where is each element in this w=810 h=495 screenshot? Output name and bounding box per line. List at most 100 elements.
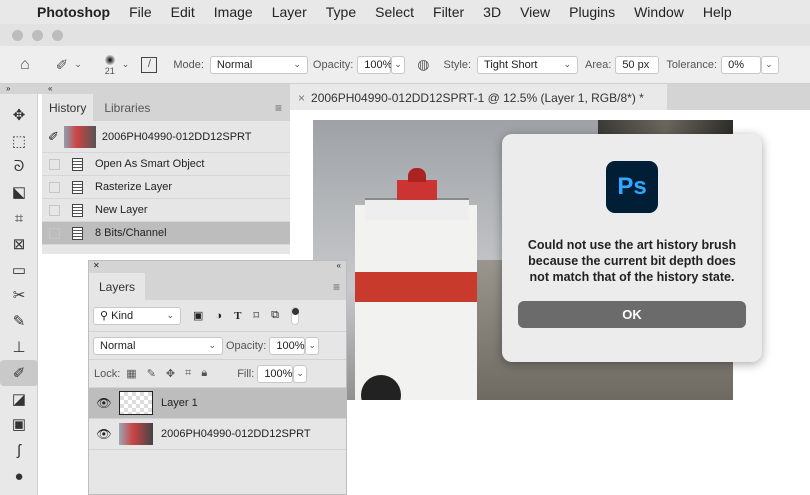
- layer-name[interactable]: 2006PH04990-012DD12SPRT: [161, 428, 311, 440]
- panel-menu-icon[interactable]: ≡: [327, 273, 346, 300]
- menu-3d[interactable]: 3D: [483, 4, 501, 20]
- history-brush-source-checkbox[interactable]: [49, 227, 60, 239]
- mode-select[interactable]: Normal ⌄: [209, 55, 308, 74]
- blend-mode-select[interactable]: Normal ⌄: [93, 336, 223, 355]
- history-brush-source-icon[interactable]: ✐: [48, 129, 59, 145]
- tab-layers[interactable]: Layers: [89, 273, 146, 300]
- filter-adjustment-icon[interactable]: ◑: [215, 310, 222, 322]
- tab-history[interactable]: History: [42, 94, 94, 121]
- document-tab[interactable]: × 2006PH04990-012DD12SPRT-1 @ 12.5% (Laye…: [290, 84, 667, 110]
- gradient-tool-icon[interactable]: ▣: [0, 412, 38, 438]
- layer-opacity-input[interactable]: 100%: [269, 336, 306, 355]
- opacity-label: Opacity:: [312, 58, 354, 71]
- panel-menu-icon[interactable]: ≡: [267, 94, 290, 121]
- lock-transparent-icon[interactable]: ▦: [126, 367, 136, 380]
- document-tabs: × 2006PH04990-012DD12SPRT-1 @ 12.5% (Laye…: [290, 84, 810, 110]
- close-window-button[interactable]: [12, 30, 23, 41]
- chevron-down-icon: ⌄: [394, 59, 402, 69]
- chevron-down-icon: ⌄: [308, 340, 316, 350]
- history-brush-source-checkbox[interactable]: [49, 181, 60, 193]
- zoom-window-button[interactable]: [52, 30, 63, 41]
- visibility-eye-icon[interactable]: 👁︎: [89, 396, 119, 410]
- menu-view[interactable]: View: [520, 4, 550, 20]
- tolerance-input[interactable]: 0%: [721, 55, 762, 74]
- layer-opacity-dropdown[interactable]: ⌄: [305, 336, 320, 355]
- history-state[interactable]: New Layer: [42, 199, 290, 222]
- layer-name[interactable]: Layer 1: [161, 397, 198, 409]
- lock-image-icon[interactable]: ✎: [147, 367, 156, 380]
- style-select[interactable]: Tight Short ⌄: [477, 55, 579, 74]
- fill-input[interactable]: 100%: [257, 364, 294, 383]
- menu-layer[interactable]: Layer: [272, 4, 307, 20]
- stamp-tool-icon[interactable]: ⊥: [0, 334, 38, 360]
- menu-select[interactable]: Select: [375, 4, 414, 20]
- fill-dropdown[interactable]: ⌄: [293, 364, 308, 383]
- layer-row[interactable]: 👁︎ 2006PH04990-012DD12SPRT: [89, 419, 346, 450]
- tools-panel: ✥ ⬚ ᘐ ⬕ ⌗ ⊠ ▭ ✂ ✎ ⊥ ✐ ◪ ▣ ʃ ●: [0, 94, 38, 495]
- ok-button[interactable]: OK: [518, 301, 746, 328]
- move-tool-icon[interactable]: ✥: [0, 102, 38, 128]
- filter-kind-select[interactable]: ⚲ Kind ⌄: [93, 306, 181, 325]
- brush-tool-icon[interactable]: ✎: [0, 308, 38, 334]
- history-snapshot[interactable]: ✐ 2006PH04990-012DD12SPRT: [42, 121, 290, 153]
- object-selection-tool-icon[interactable]: ⬕: [0, 179, 38, 205]
- menu-help[interactable]: Help: [703, 4, 732, 20]
- filter-shape-icon[interactable]: ⌑: [253, 309, 259, 322]
- healing-tool-icon[interactable]: ✂: [0, 283, 38, 309]
- visibility-eye-icon[interactable]: 👁︎: [89, 427, 119, 441]
- filter-pixel-icon[interactable]: ▣: [193, 309, 203, 322]
- menu-app[interactable]: Photoshop: [37, 4, 110, 20]
- history-brush-source-checkbox[interactable]: [49, 204, 60, 216]
- filter-toggle[interactable]: [290, 306, 299, 325]
- brush-preset-picker[interactable]: 21: [103, 53, 116, 76]
- history-state[interactable]: Rasterize Layer: [42, 176, 290, 199]
- menu-edit[interactable]: Edit: [171, 4, 195, 20]
- tolerance-dropdown[interactable]: ⌄: [761, 55, 780, 74]
- collapse-icon[interactable]: «: [337, 261, 341, 270]
- layers-panel-header[interactable]: ✕ «: [89, 261, 346, 273]
- marquee-tool-icon[interactable]: ⬚: [0, 128, 38, 154]
- tab-libraries[interactable]: Libraries: [97, 94, 157, 121]
- lock-position-icon[interactable]: ✥: [166, 367, 175, 380]
- pressure-opacity-icon[interactable]: ◍: [417, 56, 429, 73]
- layers-panel: ✕ « Layers ≡ ⚲ Kind ⌄ ▣ ◑ T ⌑ ⧉ Normal ⌄ O…: [88, 260, 347, 495]
- close-document-icon[interactable]: ×: [298, 91, 305, 105]
- menu-window[interactable]: Window: [634, 4, 684, 20]
- art-history-brush-icon[interactable]: ✐: [56, 56, 69, 74]
- home-icon[interactable]: ⌂: [20, 56, 30, 74]
- close-panel-icon[interactable]: ✕: [93, 261, 100, 270]
- lasso-tool-icon[interactable]: ᘐ: [0, 154, 38, 180]
- crop-tool-icon[interactable]: ⌗: [0, 205, 38, 231]
- collapse-icon[interactable]: «: [48, 84, 52, 93]
- dodge-tool-icon[interactable]: ●: [0, 463, 38, 489]
- expand-icon[interactable]: »: [6, 84, 10, 93]
- blur-tool-icon[interactable]: ʃ: [0, 437, 38, 463]
- history-state[interactable]: Open As Smart Object: [42, 153, 290, 176]
- ruler-tool-icon[interactable]: ▭: [0, 257, 38, 283]
- brush-chevron-icon[interactable]: ⌄: [122, 59, 130, 70]
- opacity-dropdown[interactable]: ⌄: [391, 55, 406, 74]
- menu-plugins[interactable]: Plugins: [569, 4, 615, 20]
- area-input[interactable]: 50 px: [615, 55, 660, 74]
- lock-artboard-icon[interactable]: ⌗: [185, 367, 191, 380]
- menu-file[interactable]: File: [129, 4, 152, 20]
- opacity-input[interactable]: 100%: [357, 55, 392, 74]
- menu-image[interactable]: Image: [214, 4, 253, 20]
- document-icon: [72, 157, 83, 171]
- area-value: 50 px: [622, 58, 650, 71]
- eraser-tool-icon[interactable]: ◪: [0, 386, 38, 412]
- minimize-window-button[interactable]: [32, 30, 43, 41]
- lock-all-icon[interactable]: 🔒︎: [201, 367, 207, 380]
- history-brush-source-checkbox[interactable]: [49, 158, 60, 170]
- tool-preset-chevron-icon[interactable]: ⌄: [74, 59, 82, 70]
- art-history-brush-tool-icon[interactable]: ✐: [0, 359, 38, 386]
- menu-filter[interactable]: Filter: [433, 4, 464, 20]
- filter-type-icon[interactable]: T: [234, 310, 241, 322]
- brush-settings-icon[interactable]: /: [141, 56, 158, 73]
- layer-row-selected[interactable]: 👁︎ Layer 1: [89, 388, 346, 419]
- frame-tool-icon[interactable]: ⊠: [0, 231, 38, 257]
- history-state-selected[interactable]: 8 Bits/Channel: [42, 222, 290, 245]
- filter-smart-object-icon[interactable]: ⧉: [271, 309, 279, 322]
- menu-type[interactable]: Type: [326, 4, 356, 20]
- mode-label: Mode:: [173, 58, 204, 71]
